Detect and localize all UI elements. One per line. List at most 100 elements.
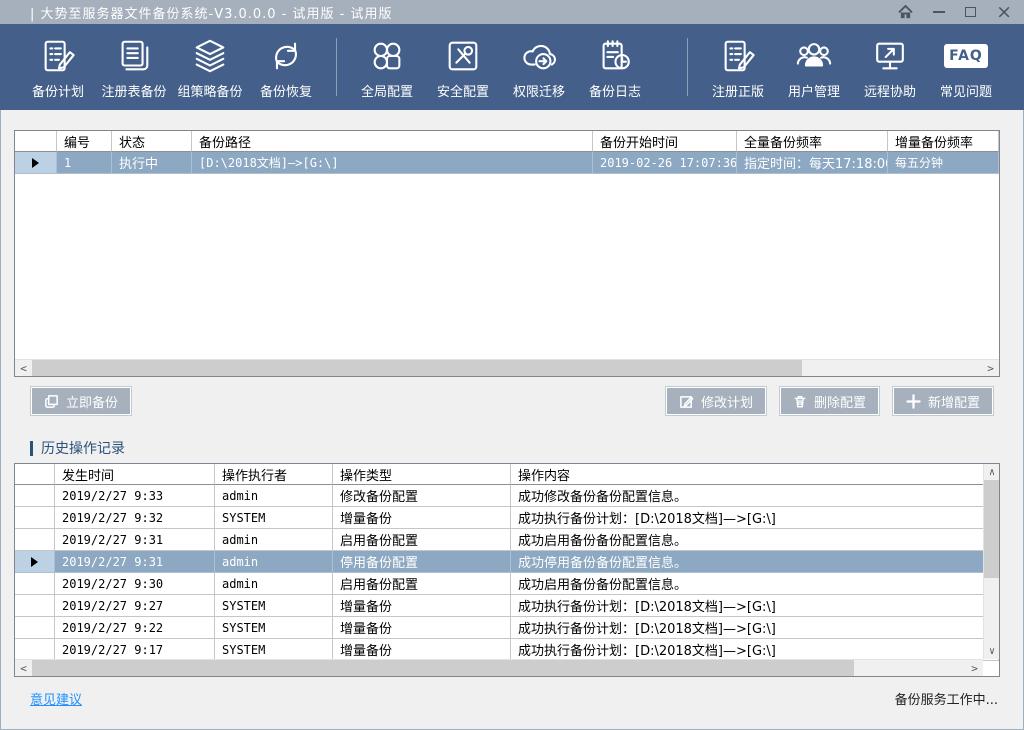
table-header-row: 发生时间操作执行者操作类型操作内容 bbox=[15, 464, 999, 485]
history-horizontal-scrollbar[interactable]: < > bbox=[15, 659, 983, 676]
scrollbar-thumb[interactable] bbox=[32, 660, 854, 676]
feedback-link[interactable]: 意见建议 bbox=[30, 689, 82, 708]
history-section-title: 历史操作记录 bbox=[30, 438, 125, 458]
toolbar-item-remote-assist[interactable]: 远程协助 bbox=[852, 35, 928, 100]
cell: 每五分钟 bbox=[888, 152, 999, 174]
history-section-label: 历史操作记录 bbox=[41, 438, 125, 458]
backup-now-button[interactable]: 立即备份 bbox=[30, 386, 132, 416]
delete-config-button[interactable]: 删除配置 bbox=[779, 386, 880, 416]
backup-config-table: 编号状态备份路径备份开始时间全量备份频率增量备份频率1执行中[D:\2018文档… bbox=[14, 130, 1000, 377]
add-config-button[interactable]: 新增配置 bbox=[892, 386, 994, 416]
cell: 增量备份 bbox=[333, 639, 511, 661]
toolbar-separator bbox=[687, 38, 688, 96]
column-header[interactable]: 状态 bbox=[112, 131, 192, 152]
column-header[interactable]: 编号 bbox=[57, 131, 112, 152]
row-selector-cell bbox=[15, 529, 55, 551]
cell: [D:\2018文档]—>[G:\] bbox=[192, 152, 593, 174]
cell: admin bbox=[215, 573, 333, 595]
toolbar-item-global-config[interactable]: 全局配置 bbox=[349, 35, 425, 100]
config-buttons: 修改计划 删除配置 新增配置 bbox=[665, 386, 994, 416]
history-table: 发生时间操作执行者操作类型操作内容2019/2/27 9:33admin修改备份… bbox=[14, 463, 1000, 677]
row-selector-cell bbox=[15, 639, 55, 661]
cell: 启用备份配置 bbox=[333, 529, 511, 551]
cell: 增量备份 bbox=[333, 595, 511, 617]
column-header[interactable]: 操作类型 bbox=[333, 464, 511, 485]
cell: 2019/2/27 9:31 bbox=[55, 529, 215, 551]
cell: 成功修改备份备份配置信息。 bbox=[511, 485, 999, 507]
current-row-arrow-icon bbox=[31, 557, 38, 567]
row-selector-cell bbox=[15, 551, 55, 573]
cell: 1 bbox=[57, 152, 112, 174]
scroll-left-icon[interactable]: < bbox=[15, 360, 32, 376]
cell: 增量备份 bbox=[333, 617, 511, 639]
scroll-down-icon[interactable]: ∨ bbox=[984, 643, 1000, 659]
cell: 增量备份 bbox=[333, 507, 511, 529]
cell: 成功执行备份计划：[D:\2018文档]—>[G:\] bbox=[511, 639, 999, 661]
scroll-right-icon[interactable]: > bbox=[966, 660, 983, 676]
column-header[interactable]: 备份路径 bbox=[192, 131, 593, 152]
cell: 指定时间：每天17:18:00 bbox=[737, 152, 888, 174]
scroll-right-icon[interactable]: > bbox=[982, 360, 999, 376]
column-header[interactable]: 全量备份频率 bbox=[737, 131, 888, 152]
permission-migrate-icon bbox=[519, 35, 559, 77]
toolbar-item-security-config[interactable]: 安全配置 bbox=[425, 35, 501, 100]
toolbar-item-label: 安全配置 bbox=[437, 81, 489, 100]
column-header[interactable]: 操作执行者 bbox=[215, 464, 333, 485]
maximize-button[interactable] bbox=[965, 7, 976, 17]
column-header[interactable]: 增量备份频率 bbox=[888, 131, 999, 152]
scrollbar-thumb[interactable] bbox=[984, 480, 999, 578]
main-table-horizontal-scrollbar[interactable]: < > bbox=[15, 359, 999, 376]
cell: 成功启用备份备份配置信息。 bbox=[511, 573, 999, 595]
table-row[interactable]: 2019/2/27 9:22SYSTEM增量备份成功执行备份计划：[D:\201… bbox=[15, 617, 999, 639]
scrollbar-thumb[interactable] bbox=[32, 360, 802, 376]
cell: 停用备份配置 bbox=[333, 551, 511, 573]
row-selector-cell bbox=[15, 617, 55, 639]
minimize-button[interactable] bbox=[933, 11, 945, 13]
row-selector-cell bbox=[15, 595, 55, 617]
row-selector-cell bbox=[15, 152, 57, 174]
table-row[interactable]: 2019/2/27 9:30admin启用备份配置成功启用备份备份配置信息。 bbox=[15, 573, 999, 595]
table-row[interactable]: 2019/2/27 9:31admin停用备份配置成功停用备份备份配置信息。 bbox=[15, 551, 999, 573]
row-selector-header bbox=[15, 131, 57, 152]
table-header-row: 编号状态备份路径备份开始时间全量备份频率增量备份频率 bbox=[15, 131, 999, 152]
add-config-label: 新增配置 bbox=[928, 392, 980, 411]
toolbar-item-backup-plan[interactable]: 备份计划 bbox=[20, 35, 96, 100]
toolbar-item-backup-restore[interactable]: 备份恢复 bbox=[248, 35, 324, 100]
scroll-up-icon[interactable]: ∧ bbox=[984, 464, 1000, 480]
modify-plan-button[interactable]: 修改计划 bbox=[665, 386, 767, 416]
column-header[interactable]: 备份开始时间 bbox=[593, 131, 737, 152]
table-row[interactable]: 2019/2/27 9:31admin启用备份配置成功启用备份备份配置信息。 bbox=[15, 529, 999, 551]
toolbar-item-faq[interactable]: FAQ常见问题 bbox=[928, 35, 1004, 100]
group-policy-backup-icon bbox=[190, 35, 230, 77]
table-row[interactable]: 2019/2/27 9:27SYSTEM增量备份成功执行备份计划：[D:\201… bbox=[15, 595, 999, 617]
section-title-bar bbox=[30, 441, 33, 456]
user-management-icon bbox=[794, 35, 834, 77]
column-header[interactable]: 发生时间 bbox=[55, 464, 215, 485]
close-button[interactable]: × bbox=[996, 3, 1012, 22]
table-row[interactable]: 2019/2/27 9:33admin修改备份配置成功修改备份备份配置信息。 bbox=[15, 485, 999, 507]
service-status-text: 备份服务工作中... bbox=[895, 689, 998, 708]
toolbar-item-group-policy-backup[interactable]: 组策略备份 bbox=[172, 35, 248, 100]
titlebar: | 大势至服务器文件备份系统-V3.0.0.0 - 试用版 - 试用版 × bbox=[0, 0, 1024, 24]
toolbar-item-registry-backup[interactable]: 注册表备份 bbox=[96, 35, 172, 100]
toolbar-item-label: 全局配置 bbox=[361, 81, 413, 100]
registry-backup-icon bbox=[115, 35, 153, 77]
column-header[interactable]: 操作内容 bbox=[511, 464, 999, 485]
table-row[interactable]: 2019/2/27 9:32SYSTEM增量备份成功执行备份计划：[D:\201… bbox=[15, 507, 999, 529]
toolbar-item-user-management[interactable]: 用户管理 bbox=[776, 35, 852, 100]
toolbar-item-backup-log[interactable]: 备份日志 bbox=[577, 35, 653, 100]
table-row[interactable]: 2019/2/27 9:17SYSTEM增量备份成功执行备份计划：[D:\201… bbox=[15, 639, 999, 661]
row-selector-cell bbox=[15, 573, 55, 595]
toolbar-item-permission-migrate[interactable]: 权限迁移 bbox=[501, 35, 577, 100]
toolbar-item-register-genuine[interactable]: 注册正版 bbox=[700, 35, 776, 100]
cell: 成功停用备份备份配置信息。 bbox=[511, 551, 999, 573]
scroll-left-icon[interactable]: < bbox=[15, 660, 32, 676]
history-vertical-scrollbar[interactable]: ∧ ∨ bbox=[983, 464, 999, 659]
backup-plan-icon bbox=[39, 35, 77, 77]
cell: 成功执行备份计划：[D:\2018文档]—>[G:\] bbox=[511, 617, 999, 639]
home-icon[interactable] bbox=[898, 5, 913, 19]
table-row[interactable]: 1执行中[D:\2018文档]—>[G:\]2019-02-26 17:07:3… bbox=[15, 152, 999, 174]
cell: SYSTEM bbox=[215, 507, 333, 529]
window-title: | 大势至服务器文件备份系统-V3.0.0.0 - 试用版 - 试用版 bbox=[30, 3, 393, 22]
cell: 2019/2/27 9:33 bbox=[55, 485, 215, 507]
